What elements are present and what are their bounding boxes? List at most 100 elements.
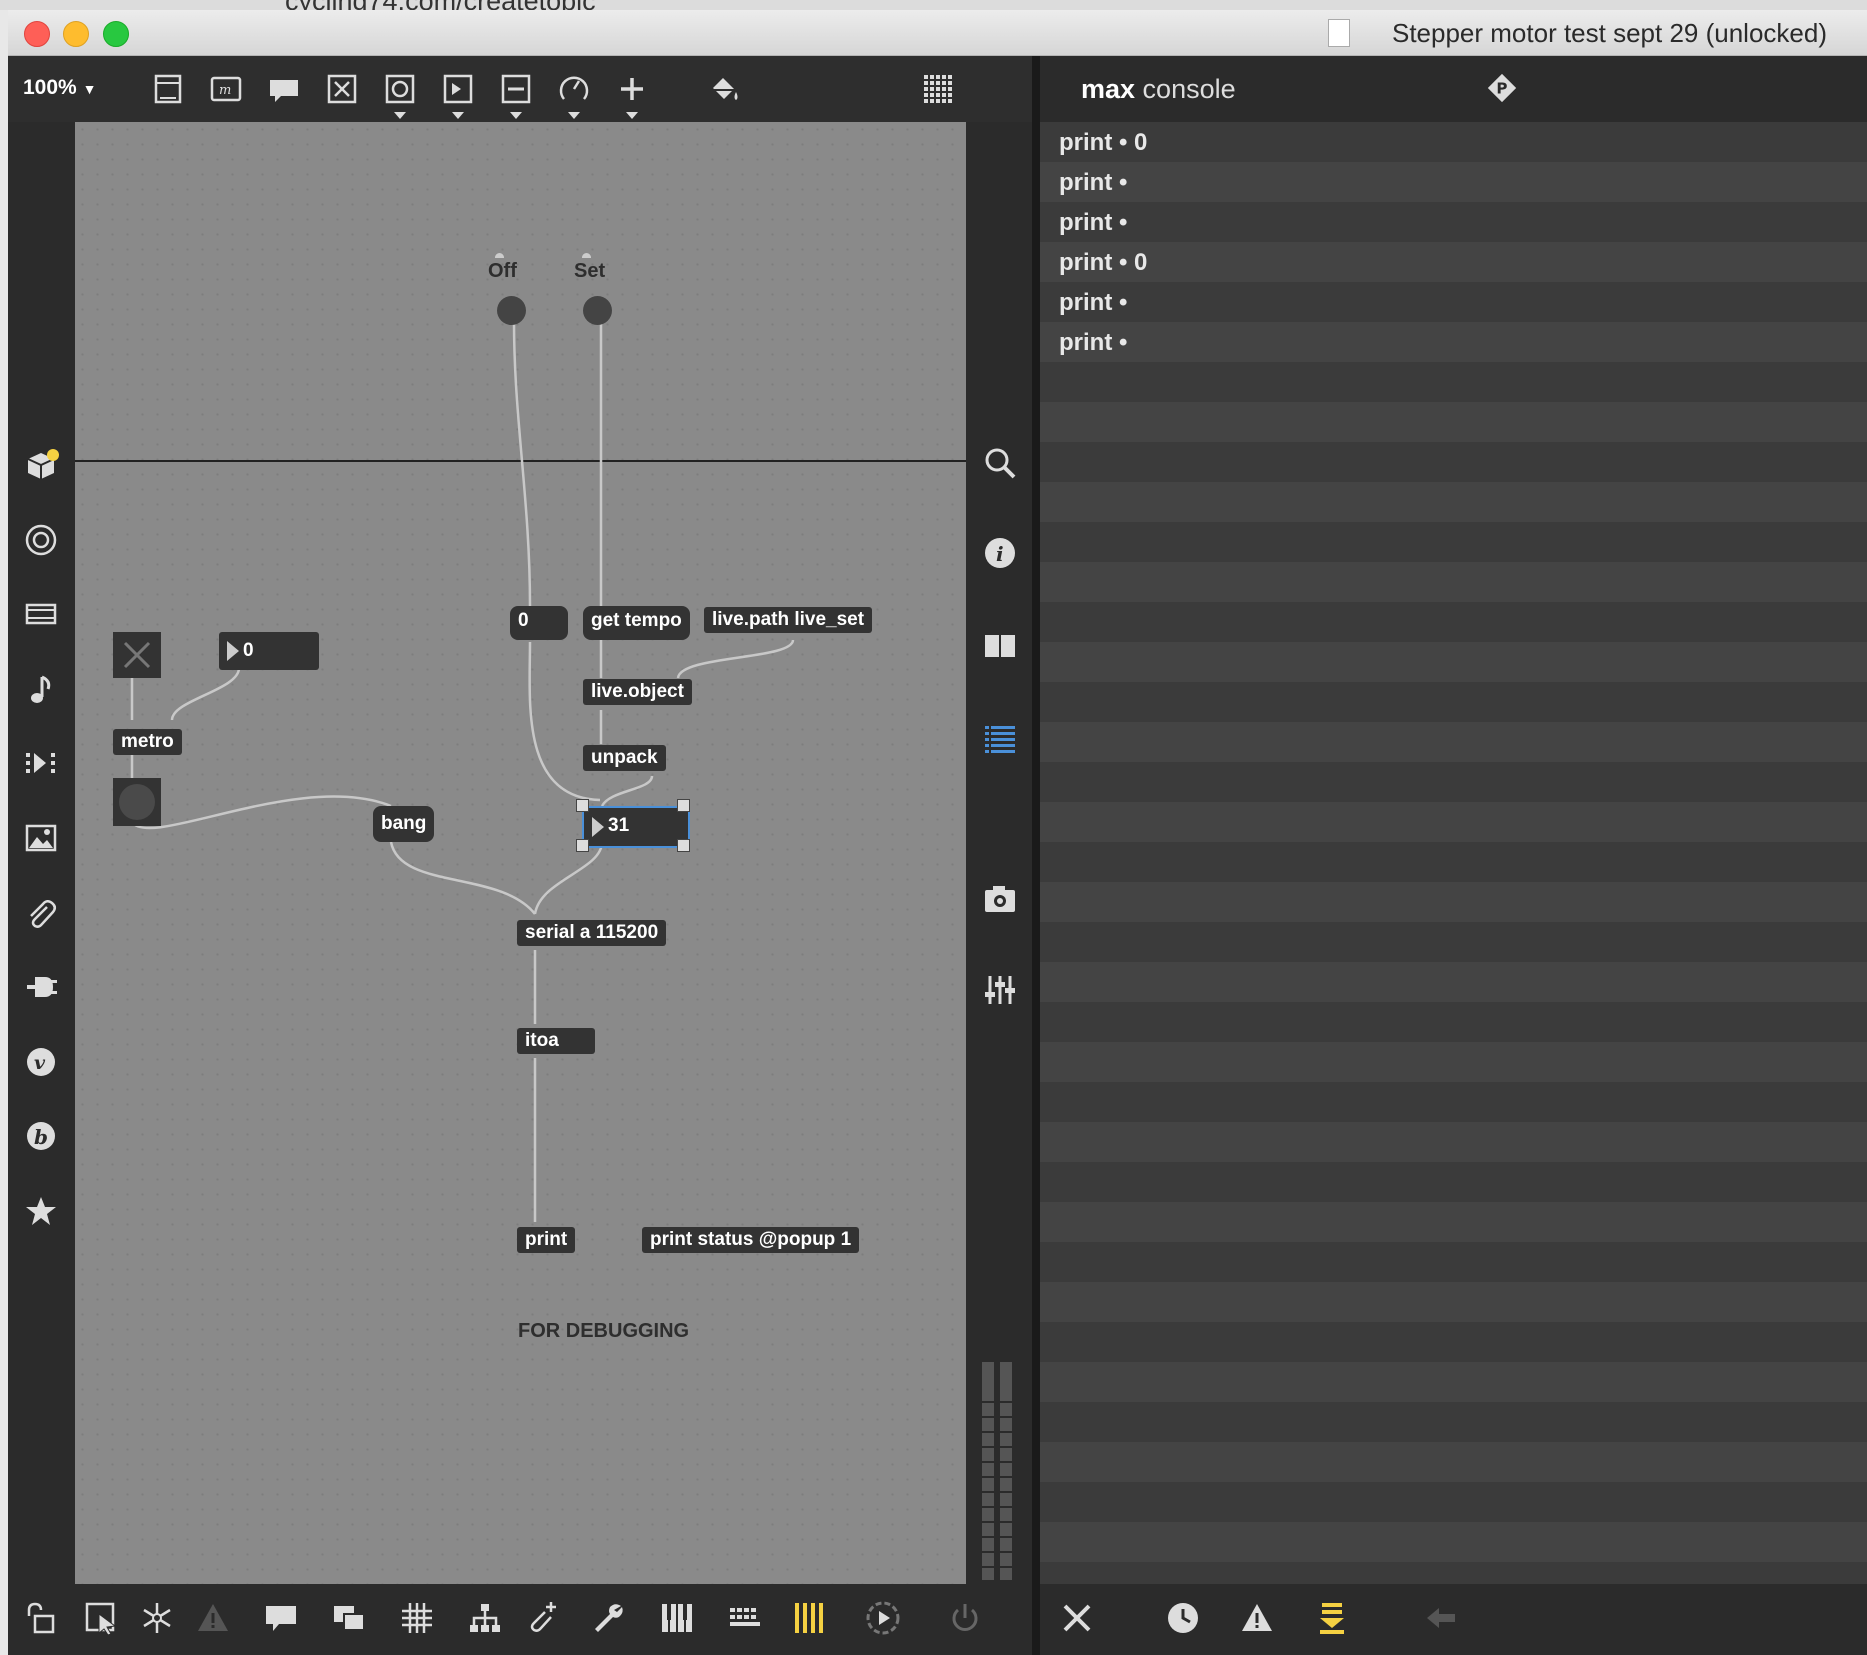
- comment-bubble-icon[interactable]: [258, 1595, 304, 1641]
- camera-icon[interactable]: [977, 876, 1023, 922]
- off-button[interactable]: [497, 296, 526, 325]
- console-log[interactable]: print • 0 print • print • print • 0 print • p…: [1040, 122, 1867, 1602]
- metro-object[interactable]: metro: [113, 729, 182, 755]
- power-icon[interactable]: [942, 1595, 988, 1641]
- live-object-object[interactable]: live.object: [583, 679, 692, 705]
- close-window-button[interactable]: [24, 21, 50, 47]
- star-icon[interactable]: [18, 1188, 64, 1234]
- video-icon[interactable]: [18, 591, 64, 637]
- sequencer-icon[interactable]: [18, 740, 64, 786]
- print-object[interactable]: print: [517, 1227, 576, 1253]
- number-box-31[interactable]: 31: [582, 806, 690, 848]
- presentation-toggle-icon[interactable]: [146, 67, 190, 111]
- console-empty-row: [1040, 1162, 1867, 1202]
- serial-object[interactable]: serial a 115200: [517, 920, 667, 946]
- pin-icon[interactable]: P: [1484, 70, 1520, 106]
- svg-text:v: v: [34, 1052, 46, 1074]
- grid-view-icon[interactable]: [916, 67, 960, 111]
- plug-icon[interactable]: [18, 964, 64, 1010]
- toggle-object[interactable]: [113, 632, 161, 678]
- patcher-canvas[interactable]: [75, 122, 966, 1584]
- chevron-down-icon[interactable]: [510, 112, 522, 119]
- get-tempo-message-box[interactable]: get tempo: [583, 606, 690, 640]
- warning-icon[interactable]: [190, 1595, 236, 1641]
- resize-handle[interactable]: [677, 839, 690, 852]
- resize-handle[interactable]: [677, 799, 690, 812]
- chevron-down-icon[interactable]: [568, 112, 580, 119]
- image-icon[interactable]: [18, 815, 64, 861]
- presentation-select-icon[interactable]: [78, 1595, 124, 1641]
- freeze-icon[interactable]: [134, 1595, 180, 1641]
- info-icon[interactable]: i: [977, 530, 1023, 576]
- music-note-icon[interactable]: [18, 666, 64, 712]
- live-path-object[interactable]: live.path live_set: [704, 607, 873, 633]
- console-empty-row: [1040, 562, 1867, 602]
- comment-icon[interactable]: [262, 67, 306, 111]
- set-button[interactable]: [583, 296, 612, 325]
- list-icon[interactable]: [977, 715, 1023, 761]
- chevron-down-icon[interactable]: [394, 112, 406, 119]
- console-row[interactable]: print •: [1040, 162, 1867, 202]
- keyboard-icon[interactable]: [654, 1595, 700, 1641]
- windows-icon[interactable]: [326, 1595, 372, 1641]
- grid-icon[interactable]: [394, 1595, 440, 1641]
- clear-console-icon[interactable]: [1054, 1595, 1100, 1641]
- pane-divider[interactable]: [1032, 56, 1040, 1655]
- packages-icon[interactable]: [18, 442, 64, 488]
- number-box-icon[interactable]: [436, 67, 480, 111]
- add-object-icon[interactable]: [610, 67, 654, 111]
- console-title-bold: max: [1081, 74, 1136, 104]
- console-empty-row: [1040, 1242, 1867, 1282]
- chevron-down-icon[interactable]: [626, 112, 638, 119]
- mixer-icon[interactable]: [977, 967, 1023, 1013]
- wrench-icon[interactable]: [586, 1595, 632, 1641]
- hierarchy-icon[interactable]: [462, 1595, 508, 1641]
- slider-icon[interactable]: [494, 67, 538, 111]
- console-empty-row: [1040, 1202, 1867, 1242]
- resize-handle[interactable]: [576, 839, 589, 852]
- bang-message-box[interactable]: bang: [373, 806, 435, 842]
- message-box-icon[interactable]: m: [204, 67, 248, 111]
- minimize-window-button[interactable]: [63, 21, 89, 47]
- console-empty-row: [1040, 1042, 1867, 1082]
- console-row[interactable]: print • 0: [1040, 242, 1867, 282]
- paint-bucket-icon[interactable]: [702, 67, 746, 111]
- itoa-object[interactable]: itoa: [517, 1028, 595, 1054]
- browser-url[interactable]: cycling74.com/createtopic: [285, 0, 596, 10]
- add-clip-icon[interactable]: [518, 1595, 564, 1641]
- console-empty-row: [1040, 762, 1867, 802]
- back-arrow-icon[interactable]: [1418, 1595, 1464, 1641]
- console-row[interactable]: print • 0: [1040, 122, 1867, 162]
- console-row[interactable]: print •: [1040, 282, 1867, 322]
- chevron-down-icon[interactable]: [452, 112, 464, 119]
- clock-icon[interactable]: [1160, 1595, 1206, 1641]
- zero-message-box[interactable]: 0: [510, 606, 568, 640]
- toggle-object-icon[interactable]: [320, 67, 364, 111]
- console-row[interactable]: print •: [1040, 322, 1867, 362]
- step-sequencer-icon[interactable]: [722, 1595, 768, 1641]
- beap-icon[interactable]: b: [18, 1113, 64, 1159]
- dial-icon[interactable]: [552, 67, 596, 111]
- reference-icon[interactable]: [977, 623, 1023, 669]
- unpack-object[interactable]: unpack: [583, 745, 666, 771]
- button-object-icon[interactable]: [378, 67, 422, 111]
- bang-button-object[interactable]: [113, 778, 161, 826]
- number-box-left[interactable]: 0: [219, 632, 319, 670]
- zoom-select[interactable]: 100% ▼: [23, 76, 96, 100]
- zoom-window-button[interactable]: [103, 21, 129, 47]
- console-empty-row: [1040, 802, 1867, 842]
- zoom-value: 100%: [23, 76, 77, 99]
- autoscroll-icon[interactable]: [1309, 1595, 1355, 1641]
- console-row[interactable]: print •: [1040, 202, 1867, 242]
- play-icon[interactable]: [860, 1595, 906, 1641]
- document-icon: [1328, 19, 1350, 47]
- paperclip-icon[interactable]: [18, 890, 64, 936]
- lock-icon[interactable]: [18, 1595, 64, 1641]
- mixer-channels-icon[interactable]: [786, 1595, 832, 1641]
- search-icon[interactable]: [977, 440, 1023, 486]
- vizzie-icon[interactable]: v: [18, 1039, 64, 1085]
- print-status-object[interactable]: print status @popup 1: [642, 1227, 860, 1253]
- resize-handle[interactable]: [576, 799, 589, 812]
- console-warning-icon[interactable]: [1234, 1595, 1280, 1641]
- target-icon[interactable]: [18, 517, 64, 563]
